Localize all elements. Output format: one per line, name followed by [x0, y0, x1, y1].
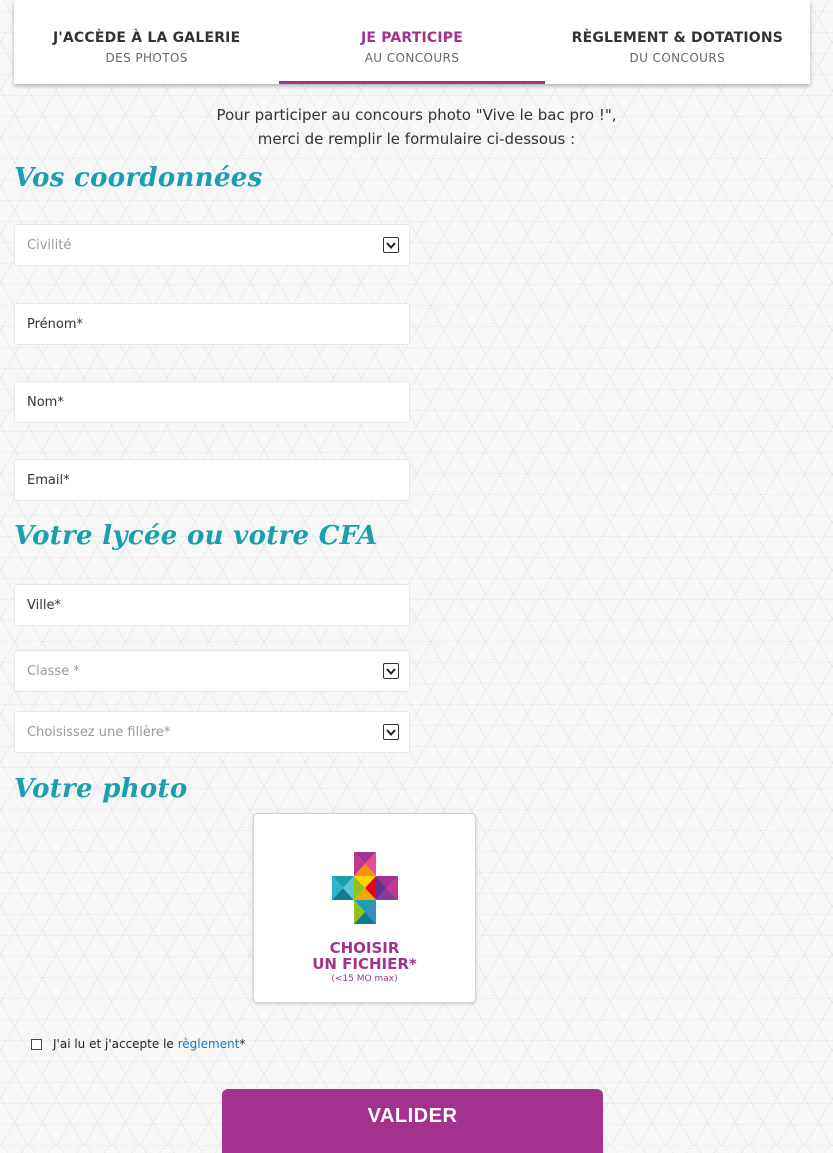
- upload-label-line-1: CHOISIR: [329, 939, 400, 957]
- ville-placeholder: Ville*: [27, 597, 61, 613]
- rules-link[interactable]: règlement: [178, 1037, 240, 1051]
- tab-gallery-subtitle: DES PHOTOS: [105, 51, 188, 65]
- prenom-placeholder: Prénom*: [27, 316, 84, 332]
- consent-checkbox[interactable]: [31, 1038, 42, 1050]
- tab-participate-subtitle: AU CONCOURS: [364, 51, 460, 65]
- intro-line-1: Pour participer au concours photo "Vive …: [216, 106, 617, 124]
- civilite-placeholder: Civilité: [27, 237, 72, 253]
- filiere-placeholder: Choisissez une filière*: [27, 724, 171, 740]
- section-title-coordonnees: Vos coordonnées: [14, 163, 263, 193]
- classe-select[interactable]: Classe *: [14, 650, 410, 692]
- nom-placeholder: Nom*: [27, 394, 64, 410]
- chevron-down-icon: [383, 663, 399, 679]
- consent-asterisk: *: [239, 1037, 246, 1051]
- tab-rules-title: RÈGLEMENT & DOTATIONS: [571, 30, 784, 46]
- civilite-select[interactable]: Civilité: [14, 224, 410, 266]
- tab-gallery-title: J'ACCÈDE À LA GALERIE: [52, 30, 241, 46]
- tab-rules-subtitle: DU CONCOURS: [629, 51, 726, 65]
- email-placeholder: Email*: [27, 472, 70, 488]
- upload-file-button[interactable]: CHOISIR UN FICHIER* (<15 MO max): [253, 813, 476, 1003]
- consent-row: J'ai lu et j'accepte le règlement *: [31, 1037, 245, 1051]
- consent-text: J'ai lu et j'accepte le: [53, 1037, 178, 1051]
- nom-field[interactable]: Nom*: [14, 381, 410, 423]
- tab-rules[interactable]: RÈGLEMENT & DOTATIONS DU CONCOURS: [545, 0, 810, 84]
- tab-bar: J'ACCÈDE À LA GALERIE DES PHOTOS JE PART…: [14, 0, 810, 84]
- chevron-down-icon: [383, 237, 399, 253]
- section-title-lycee: Votre lycée ou votre CFA: [14, 521, 378, 551]
- tab-gallery[interactable]: J'ACCÈDE À LA GALERIE DES PHOTOS: [14, 0, 279, 84]
- ville-field[interactable]: Ville*: [14, 584, 410, 626]
- chevron-down-icon: [383, 724, 399, 740]
- email-field[interactable]: Email*: [14, 459, 410, 501]
- filiere-select[interactable]: Choisissez une filière*: [14, 711, 410, 753]
- section-title-photo: Votre photo: [14, 774, 188, 804]
- intro-text: Pour participer au concours photo "Vive …: [0, 103, 833, 151]
- intro-line-2: merci de remplir le formulaire ci-dessou…: [257, 130, 576, 148]
- prenom-field[interactable]: Prénom*: [14, 303, 410, 345]
- upload-label-line-2: UN FICHIER*: [312, 955, 417, 973]
- tab-participate[interactable]: JE PARTICIPE AU CONCOURS: [279, 0, 545, 84]
- classe-placeholder: Classe *: [27, 663, 80, 679]
- upload-size-hint: (<15 MO max): [331, 974, 398, 984]
- colorful-plus-icon: [332, 852, 398, 924]
- validate-button[interactable]: VALIDER: [222, 1089, 603, 1153]
- tab-participate-title: JE PARTICIPE: [360, 30, 464, 46]
